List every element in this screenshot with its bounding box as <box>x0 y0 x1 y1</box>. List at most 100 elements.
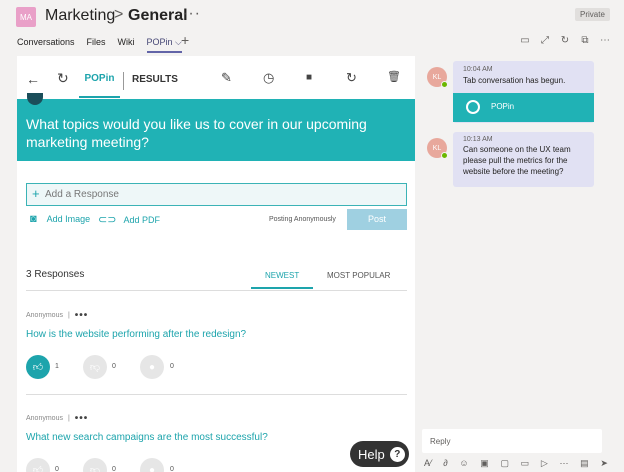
tab-results[interactable]: RESULTS <box>132 74 178 85</box>
add-image-button[interactable]: ◙ Add Image <box>30 213 90 225</box>
tab-wiki[interactable]: Wiki <box>118 37 135 53</box>
responses-count: 3 Responses <box>26 269 85 280</box>
popout-icon[interactable]: ⧉ <box>580 35 590 46</box>
back-arrow-icon[interactable]: ← <box>26 71 40 87</box>
reply-input[interactable]: Reply <box>422 429 602 453</box>
downvote-button[interactable]: 👎︎ <box>83 355 107 379</box>
response-item: Anonymous | ••• How is the website perfo… <box>26 310 407 379</box>
app-toolbar: ← ↻ POPin RESULTS ✎ ◷ ■ ↻ 🗑 <box>17 56 415 100</box>
response-item: Anonymous | ••• What new search campaign… <box>26 413 407 472</box>
avatar[interactable]: KL <box>427 67 448 88</box>
help-button[interactable]: Help ? <box>350 441 409 467</box>
thumbs-up-icon: 👍︎ <box>32 465 44 472</box>
divider <box>26 290 407 291</box>
downvote-button[interactable]: 👎︎ <box>83 458 107 472</box>
downvote-count: 0 <box>112 466 116 472</box>
upvote-count: 0 <box>55 466 59 472</box>
thumbs-up-icon: 👍︎ <box>32 362 44 373</box>
thumbs-down-icon: 👎︎ <box>89 362 101 373</box>
meet-icon[interactable]: ▭ <box>521 458 530 469</box>
post-button[interactable]: Post <box>347 209 407 230</box>
upvote-button[interactable]: 👍︎ <box>26 458 50 472</box>
camera-icon: ◙ <box>30 213 37 225</box>
response-author: Anonymous <box>26 414 63 422</box>
response-text[interactable]: How is the website performing after the … <box>26 329 407 341</box>
sticker-icon[interactable]: ▢ <box>500 458 509 469</box>
thumbs-down-icon: 👎︎ <box>89 465 101 472</box>
tab-popin-app[interactable]: POPin <box>79 66 120 98</box>
posting-mode-label: Posting Anonymously <box>269 216 336 223</box>
avatar-initials: KL <box>432 73 442 81</box>
chat-icon[interactable]: ▭ <box>520 35 530 46</box>
channel-header: MA Marketing > General ··· Private Conve… <box>0 0 624 56</box>
tab-conversations[interactable]: Conversations <box>17 37 75 53</box>
add-image-label: Add Image <box>46 214 91 224</box>
meta-separator: | <box>67 311 70 319</box>
add-pdf-button[interactable]: ⊂⊃ Add PDF <box>98 213 160 226</box>
author-avatar <box>27 93 43 105</box>
avatar-initials: KL <box>432 144 442 152</box>
emoji-icon[interactable]: ☺ <box>459 458 468 469</box>
channel-more-button[interactable]: ··· <box>182 5 201 23</box>
popin-card[interactable]: POPin <box>453 93 594 122</box>
delete-icon[interactable]: ▤ <box>580 458 589 469</box>
reload-icon[interactable]: ↻ <box>346 70 357 86</box>
breadcrumb-separator: > <box>114 6 124 23</box>
message-bubble: 10:13 AM Can someone on the UX team plea… <box>453 132 594 187</box>
upvote-count: 1 <box>55 363 59 370</box>
divider <box>26 394 407 395</box>
refresh-icon[interactable]: ↻ <box>57 70 69 87</box>
gif-icon[interactable]: ▣ <box>480 458 489 469</box>
more-icon[interactable]: ⋯ <box>559 458 568 469</box>
attach-icon[interactable]: ∂ <box>443 458 447 469</box>
refresh-icon[interactable]: ↻ <box>560 35 570 46</box>
message-timestamp: 10:13 AM <box>463 136 493 143</box>
private-badge: Private <box>575 8 610 21</box>
add-tab-button[interactable]: + <box>181 32 189 48</box>
response-text[interactable]: What new search campaigns are the most s… <box>26 432 407 444</box>
question-mark-icon: ? <box>389 446 405 462</box>
more-icon[interactable]: ⋯ <box>600 35 610 46</box>
comment-icon: ● <box>148 464 156 472</box>
add-pdf-label: Add PDF <box>123 214 160 225</box>
help-label: Help <box>358 446 385 462</box>
response-author: Anonymous <box>26 311 63 319</box>
stop-icon[interactable]: ■ <box>306 72 312 83</box>
popin-app: ← ↻ POPin RESULTS ✎ ◷ ■ ↻ 🗑 What topics … <box>17 56 415 472</box>
clock-icon[interactable]: ◷ <box>263 70 274 86</box>
tab-files[interactable]: Files <box>87 37 106 53</box>
question-text: What topics would you like us to cover i… <box>26 116 367 150</box>
stream-icon[interactable]: ▷ <box>541 458 548 469</box>
message-text: Can someone on the UX team please pull t… <box>463 145 571 176</box>
message-text: Tab conversation has begun. <box>463 76 566 85</box>
format-icon[interactable]: A⁄ <box>424 458 432 469</box>
presence-available-icon <box>441 81 448 88</box>
pencil-icon[interactable]: ✎ <box>221 70 232 86</box>
channel-name: General <box>128 7 188 24</box>
comment-button[interactable]: ● <box>140 355 164 379</box>
avatar[interactable]: KL <box>427 138 448 159</box>
sort-newest-tab[interactable]: NEWEST <box>265 271 299 280</box>
comment-count: 0 <box>170 466 174 472</box>
add-response-input[interactable]: + Add a Response <box>26 183 407 206</box>
sort-most-popular-tab[interactable]: MOST POPULAR <box>327 271 390 280</box>
response-more-button[interactable]: ••• <box>75 310 89 321</box>
plus-icon: + <box>32 186 40 201</box>
downvote-count: 0 <box>112 363 116 370</box>
comment-button[interactable]: ● <box>140 458 164 472</box>
active-sort-indicator <box>251 287 313 289</box>
send-icon[interactable]: ➤ <box>600 458 608 469</box>
popin-logo-icon <box>466 100 480 114</box>
trash-icon[interactable]: 🗑 <box>387 70 401 83</box>
response-more-button[interactable]: ••• <box>75 413 89 424</box>
channel-tabs: Conversations Files Wiki POPin ⌵ <box>17 37 182 53</box>
meta-separator: | <box>67 414 70 422</box>
response-placeholder: Add a Response <box>45 189 119 200</box>
tab-popin[interactable]: POPin ⌵ <box>146 37 182 53</box>
team-avatar[interactable]: MA <box>16 7 36 27</box>
reply-placeholder: Reply <box>430 437 451 446</box>
comment-icon: ● <box>148 361 156 373</box>
expand-icon[interactable]: ⤢ <box>540 35 550 46</box>
upvote-button[interactable]: 👍︎ <box>26 355 50 379</box>
team-name[interactable]: Marketing <box>45 7 115 25</box>
